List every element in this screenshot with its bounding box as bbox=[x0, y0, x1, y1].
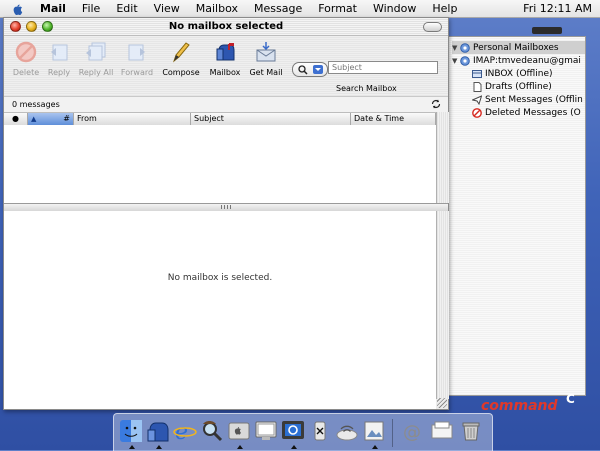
mail-document-icon[interactable]: @ bbox=[400, 419, 424, 443]
delete-icon bbox=[14, 40, 38, 64]
mailbox-label: Personal Mailboxes bbox=[473, 42, 559, 53]
dock-separator bbox=[392, 419, 393, 447]
column-date-time[interactable]: Date & Time bbox=[351, 113, 436, 125]
column-subject[interactable]: Subject bbox=[191, 113, 351, 125]
deleted-icon bbox=[472, 107, 482, 118]
forward-icon bbox=[125, 40, 149, 64]
mailbox-label: Deleted Messages (O bbox=[485, 107, 581, 118]
svg-text:e: e bbox=[175, 420, 188, 443]
message-preview: No mailbox is selected. bbox=[4, 211, 436, 409]
mailbox-list: ▼ Personal Mailboxes ▼ IMAP:tmvedeanu@gm… bbox=[452, 41, 585, 119]
window-title: No mailbox selected bbox=[168, 21, 284, 32]
trash-icon[interactable] bbox=[459, 419, 483, 443]
personal-mailbox-icon bbox=[460, 42, 470, 53]
no-mailbox-message: No mailbox is selected. bbox=[167, 273, 273, 283]
column-from[interactable]: From bbox=[74, 113, 191, 125]
sent-icon bbox=[470, 94, 483, 105]
search-scope-popup[interactable] bbox=[292, 62, 328, 77]
brand-watermark: command bbox=[481, 398, 558, 414]
terminal-icon[interactable] bbox=[254, 419, 278, 443]
sort-ascending-icon: ▲ bbox=[31, 115, 37, 123]
get-mail-button[interactable]: Get Mail bbox=[244, 40, 288, 78]
mailbox-label: INBOX (Offline) bbox=[485, 68, 553, 79]
window-titlebar[interactable]: No mailbox selected bbox=[4, 18, 448, 36]
airport-icon[interactable] bbox=[335, 419, 359, 443]
forward-button[interactable]: Forward bbox=[115, 40, 159, 78]
inbox-icon bbox=[472, 69, 482, 79]
refresh-icon[interactable] bbox=[430, 98, 442, 110]
mailbox-drawer: ▼ Personal Mailboxes ▼ IMAP:tmvedeanu@gm… bbox=[447, 36, 586, 396]
column-number[interactable]: ▲ # bbox=[28, 113, 74, 125]
mailbox-button[interactable]: Mailbox bbox=[203, 40, 247, 78]
menu-clock[interactable]: Fri 12:11 AM bbox=[523, 0, 592, 17]
menu-format[interactable]: Format bbox=[310, 0, 365, 17]
mail-window: No mailbox selected Delete Reply Reply A… bbox=[3, 17, 449, 410]
message-count: 0 messages bbox=[12, 100, 60, 109]
internet-explorer-icon[interactable]: e bbox=[173, 419, 197, 445]
search-mailbox-label: Search Mailbox bbox=[336, 84, 397, 93]
finder-running-indicator bbox=[129, 445, 135, 449]
compose-pencil-icon bbox=[169, 40, 193, 64]
menu-view[interactable]: View bbox=[146, 0, 188, 17]
imap-account-icon bbox=[460, 55, 470, 66]
mailbox-drawer-icon bbox=[213, 40, 237, 64]
sherlock-icon[interactable] bbox=[200, 419, 224, 443]
document-tray-icon[interactable] bbox=[430, 419, 454, 443]
reply-all-button[interactable]: Reply All bbox=[74, 40, 118, 78]
preview-scrollbar[interactable] bbox=[436, 211, 449, 399]
finder-icon[interactable] bbox=[119, 419, 143, 443]
message-list-scrollbar[interactable] bbox=[436, 112, 449, 203]
mailbox-inbox[interactable]: INBOX (Offline) bbox=[452, 67, 585, 80]
mail-icon[interactable] bbox=[146, 419, 170, 443]
quicktime-running-indicator bbox=[291, 445, 297, 449]
toolbar: Delete Reply Reply All Forward Compose M… bbox=[4, 36, 448, 96]
mailbox-label: IMAP:tmvedeanu@gmai bbox=[473, 55, 581, 66]
mailbox-personal[interactable]: ▼ Personal Mailboxes bbox=[452, 41, 585, 54]
mailbox-sent[interactable]: Sent Messages (Offlin bbox=[452, 93, 585, 106]
message-list-header: ● ▲ # From Subject Date & Time bbox=[4, 112, 436, 126]
menu-mailbox[interactable]: Mailbox bbox=[188, 0, 246, 17]
drafts-icon bbox=[472, 81, 482, 92]
mail-running-indicator bbox=[156, 445, 162, 449]
splitter-grip-icon[interactable] bbox=[221, 205, 231, 209]
disclosure-triangle-icon[interactable]: ▼ bbox=[452, 44, 460, 52]
search-magnifier-icon bbox=[298, 65, 323, 75]
column-status[interactable]: ● bbox=[4, 113, 28, 125]
menu-file[interactable]: File bbox=[74, 0, 108, 17]
menu-edit[interactable]: Edit bbox=[108, 0, 145, 17]
preview-running-indicator bbox=[372, 445, 378, 449]
menu-bar: Mail File Edit View Mailbox Message Form… bbox=[0, 0, 600, 18]
apple-menu-icon[interactable] bbox=[10, 2, 24, 16]
get-mail-icon bbox=[254, 40, 278, 64]
dock: e @ bbox=[113, 413, 493, 451]
mailbox-deleted[interactable]: Deleted Messages (O bbox=[452, 106, 585, 119]
mailbox-label: Sent Messages (Offlin bbox=[485, 94, 583, 105]
mailbox-imap-account[interactable]: ▼ IMAP:tmvedeanu@gmai bbox=[452, 54, 585, 67]
menu-window[interactable]: Window bbox=[365, 0, 424, 17]
svg-text:@: @ bbox=[403, 422, 421, 443]
brand-mark: C bbox=[566, 392, 575, 406]
drawer-handle[interactable] bbox=[532, 27, 562, 34]
mailbox-drafts[interactable]: Drafts (Offline) bbox=[452, 80, 585, 93]
menu-help[interactable]: Help bbox=[424, 0, 465, 17]
message-count-bar: 0 messages bbox=[4, 96, 448, 112]
disclosure-triangle-icon[interactable]: ▼ bbox=[452, 57, 460, 65]
compose-button[interactable]: Compose bbox=[159, 40, 203, 78]
x-app-icon[interactable] bbox=[308, 419, 332, 443]
mailbox-label: Drafts (Offline) bbox=[485, 81, 552, 92]
preview-icon[interactable] bbox=[362, 419, 386, 443]
system-preferences-running-indicator bbox=[237, 445, 243, 449]
resize-grip-icon[interactable] bbox=[437, 398, 447, 408]
system-preferences-icon[interactable] bbox=[227, 419, 251, 443]
drawer-background: ▼ Personal Mailboxes ▼ IMAP:tmvedeanu@gm… bbox=[447, 37, 585, 395]
reply-all-icon bbox=[84, 40, 108, 64]
search-input[interactable] bbox=[328, 61, 438, 74]
menu-mail[interactable]: Mail bbox=[32, 0, 74, 17]
quicktime-icon[interactable] bbox=[281, 419, 305, 443]
message-list[interactable] bbox=[4, 125, 436, 203]
menu-message[interactable]: Message bbox=[246, 0, 310, 17]
reply-icon bbox=[47, 40, 71, 64]
toolbar-toggle-button[interactable] bbox=[423, 22, 442, 32]
